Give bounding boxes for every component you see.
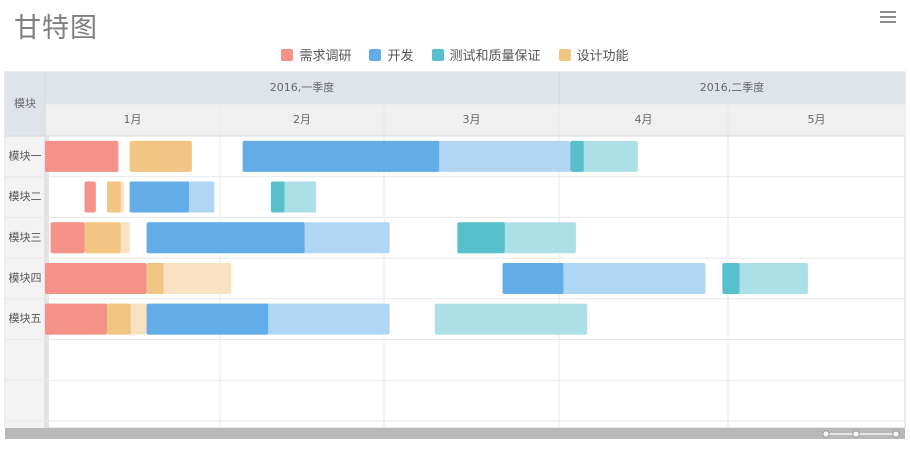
task-progress (50, 222, 85, 254)
task-progress (146, 262, 164, 294)
task-progress (570, 140, 584, 172)
row-label: 模块二 (9, 190, 42, 203)
horizontal-scrollbar[interactable] (5, 428, 905, 439)
task-progress (457, 222, 505, 254)
corner-label: 模块 (14, 97, 36, 110)
month-label: 3月 (463, 113, 481, 126)
month-label: 4月 (635, 113, 653, 126)
zoom-handle-middle[interactable] (852, 430, 860, 438)
zoom-handle-left[interactable] (822, 430, 830, 438)
task-progress (45, 140, 119, 172)
month-label: 2月 (293, 113, 311, 126)
task-progress (146, 303, 269, 335)
quarter-label: 2016,二季度 (700, 80, 765, 94)
task-progress (45, 303, 108, 335)
quarter-label: 2016,一季度 (270, 80, 335, 94)
zoom-handle-right[interactable] (892, 430, 900, 438)
row-label: 模块一 (9, 149, 42, 162)
gantt-chart: 模块 2016,一季度 2016,二季度 1月 2月 3月 4月 5月模块一模块二模块三模块四… (4, 71, 906, 439)
task-progress (45, 262, 147, 294)
quarter-header (45, 72, 905, 104)
row-label: 模块三 (9, 231, 42, 244)
task-progress (242, 140, 440, 172)
task-progress (107, 303, 131, 335)
task-progress (129, 140, 192, 172)
task-progress (107, 181, 121, 213)
task-bar[interactable] (434, 303, 588, 335)
task-progress (270, 181, 285, 213)
task-progress (84, 181, 96, 213)
month-label: 5月 (808, 113, 826, 126)
task-progress (146, 222, 305, 254)
month-label: 1月 (124, 113, 142, 126)
row-label: 模块五 (9, 312, 42, 325)
task-progress (722, 262, 740, 294)
task-progress (129, 181, 189, 213)
row-label: 模块四 (9, 271, 42, 284)
task-progress (84, 222, 121, 254)
task-progress (502, 262, 564, 294)
